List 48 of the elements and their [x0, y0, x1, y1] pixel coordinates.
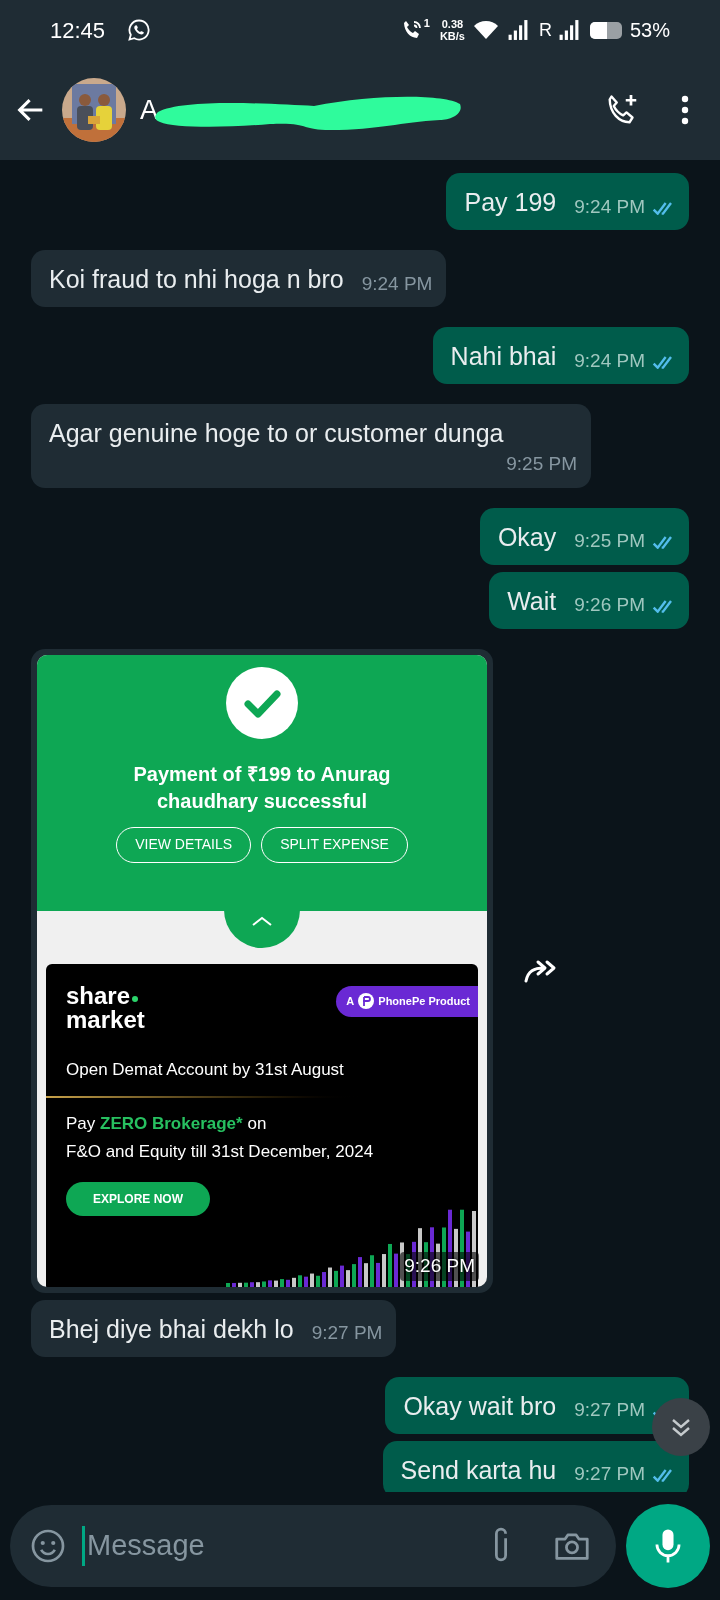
- payment-status-text: Payment of ₹199 to Anurag chaudhary successful: [132, 761, 392, 814]
- message-text: Send karta hu: [400, 1454, 557, 1486]
- message-input[interactable]: Message: [87, 1524, 488, 1568]
- contact-name[interactable]: A: [140, 89, 158, 131]
- message-time: 9:24 PM: [574, 348, 645, 373]
- message-time: 9:25 PM: [506, 452, 577, 476]
- badge-text: A: [346, 993, 355, 1009]
- message-time: 9:24 PM: [361, 271, 433, 296]
- message-time: 9:25 PM: [574, 529, 645, 553]
- call-count: 1: [423, 18, 430, 29]
- message-text: Koi fraud to nhi hoga n bro: [49, 264, 344, 295]
- ad-headline: Open Demat Account by 31st August: [66, 1058, 345, 1081]
- message-text: Wait: [507, 585, 557, 617]
- brand-mark-icon: [358, 993, 375, 1009]
- message-text: Bhej diye bhai dekh lo: [49, 1313, 294, 1345]
- badge-text: PhonePe Product: [378, 993, 470, 1009]
- speed-unit: KB/s: [439, 30, 465, 42]
- microphone-icon: [653, 1528, 683, 1564]
- message-text: Okay wait bro: [403, 1390, 557, 1422]
- signal-icon: [506, 19, 529, 41]
- message-text: Pay 199: [464, 187, 557, 218]
- signal-icon: [557, 19, 580, 41]
- message-time: 9:27 PM: [574, 1462, 645, 1486]
- explore-button[interactable]: EXPLORE NOW: [66, 1182, 210, 1216]
- clock-time: 12:45: [50, 16, 106, 45]
- battery-percent: 53%: [629, 18, 670, 43]
- chat-bubble-icon: [127, 18, 152, 42]
- emoji-icon[interactable]: [30, 1528, 66, 1564]
- roaming-indicator: R: [538, 18, 552, 42]
- chevron-up-icon: [251, 915, 273, 926]
- double-chevron-down-icon: [670, 1416, 692, 1438]
- wifi-icon: [472, 19, 499, 41]
- battery-icon: [589, 21, 622, 39]
- message-text: Nahi bhai: [450, 341, 557, 372]
- network-speed: 0.38: [441, 18, 464, 30]
- offer-text: Pay ZERO Brokerage* on F&O and Equity till 31st December, 2024: [66, 1113, 375, 1163]
- message-field[interactable]: Message: [10, 1505, 616, 1587]
- success-check-icon: [226, 666, 298, 739]
- message-text: Agar genuine hoge to or customer dunga: [49, 418, 504, 449]
- message-time: 9:24 PM: [574, 194, 645, 219]
- message-time: 9:26 PM: [400, 1252, 479, 1281]
- message-text: Okay: [497, 521, 557, 553]
- logo-text: share: [66, 983, 131, 1008]
- message-time: 9:27 PM: [574, 1398, 645, 1422]
- logo-text: market: [66, 1007, 145, 1032]
- menu-icon[interactable]: [680, 94, 690, 126]
- message-time: 9:26 PM: [574, 593, 645, 617]
- message-time: 9:27 PM: [311, 1321, 383, 1345]
